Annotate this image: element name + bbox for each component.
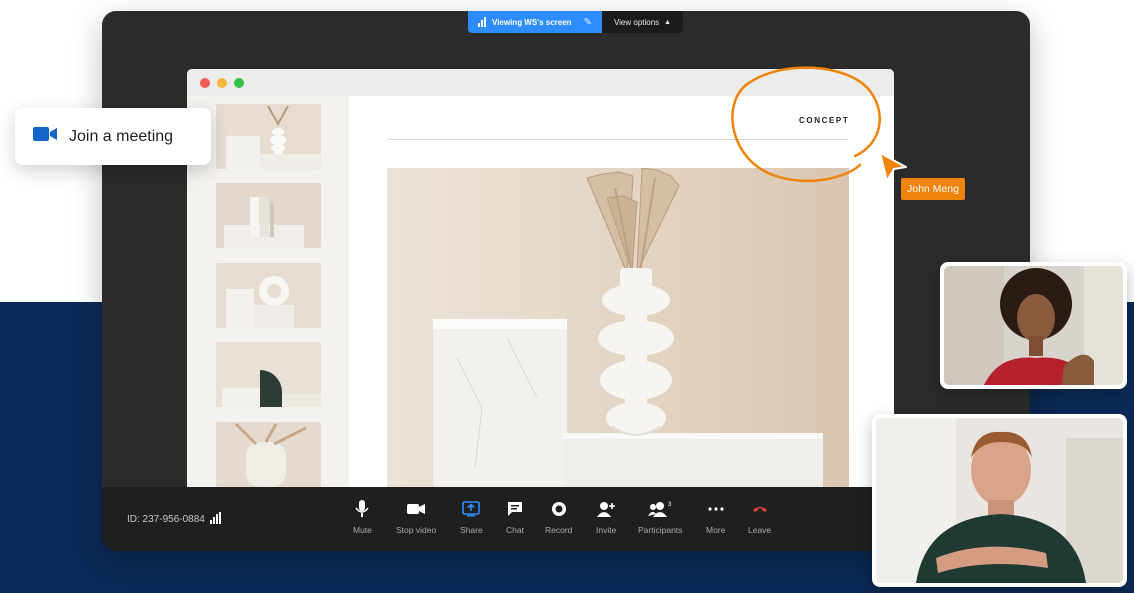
mute-button[interactable]: Mute: [353, 499, 372, 535]
leave-button[interactable]: Leave: [748, 499, 771, 535]
mute-label: Mute: [353, 525, 372, 535]
more-label: More: [706, 525, 726, 535]
slide-thumbnail[interactable]: [216, 422, 321, 487]
stop-video-button[interactable]: Stop video: [396, 499, 436, 535]
meeting-id-text: ID: 237-956-0884: [127, 514, 205, 525]
record-label: Record: [545, 525, 573, 535]
signal-icon: [478, 17, 486, 27]
video-camera-icon: [33, 127, 57, 146]
view-options-label: View options: [613, 17, 660, 27]
leave-call-icon: [752, 499, 768, 519]
annotate-pencil-icon[interactable]: ✎: [584, 17, 592, 28]
participant-video-tile[interactable]: [872, 414, 1127, 587]
viewing-screen-label: Viewing WS's screen: [492, 17, 572, 27]
more-button[interactable]: More: [706, 499, 725, 535]
participant-photo: [876, 418, 1123, 583]
join-meeting-label: Join a meeting: [69, 127, 174, 145]
window-minimize-button[interactable]: [217, 77, 227, 88]
slide-thumbnail[interactable]: [216, 342, 321, 407]
microphone-icon: [355, 499, 370, 519]
video-camera-icon: [407, 499, 426, 519]
hero-stage: Viewing WS's screen ✎ View options ▲ CON…: [0, 0, 1134, 593]
more-icon: [708, 499, 724, 519]
window-close-button[interactable]: [200, 77, 210, 88]
participants-icon: 3: [648, 499, 672, 519]
invite-button[interactable]: Invite: [596, 499, 616, 535]
participants-label: Participants: [638, 525, 683, 535]
participant-photo: [944, 266, 1123, 385]
share-button[interactable]: Share: [460, 499, 483, 535]
record-icon: [551, 499, 567, 519]
slide-thumbnail[interactable]: [216, 104, 321, 169]
join-meeting-button[interactable]: Join a meeting: [15, 108, 211, 165]
slide-thumbnail-sidebar: [187, 96, 349, 487]
invite-icon: [597, 499, 616, 519]
participant-video-tile[interactable]: [940, 262, 1127, 389]
connection-signal-icon: [209, 512, 221, 524]
presenter-name-tag: John Meng: [901, 178, 965, 200]
slide-thumbnail[interactable]: [216, 263, 321, 328]
share-screen-icon: [462, 499, 481, 519]
chat-icon: [507, 499, 523, 519]
screen-share-bar: Viewing WS's screen ✎ View options ▲: [468, 11, 684, 33]
slide-main-image: [387, 168, 849, 487]
slide-thumbnail[interactable]: [216, 183, 321, 248]
participants-count: 3: [668, 502, 672, 508]
meeting-id: ID: 237-956-0884: [127, 512, 221, 525]
chat-label: Chat: [506, 525, 524, 535]
stop-video-label: Stop video: [396, 525, 437, 535]
view-options-button[interactable]: View options ▲: [601, 11, 684, 33]
viewing-screen-indicator[interactable]: Viewing WS's screen ✎: [468, 11, 602, 33]
chat-button[interactable]: Chat: [506, 499, 524, 535]
window-maximize-button[interactable]: [234, 77, 244, 88]
participants-button[interactable]: 3 Participants: [638, 499, 682, 535]
chevron-up-icon: ▲: [664, 18, 672, 26]
record-button[interactable]: Record: [545, 499, 572, 535]
share-label: Share: [460, 525, 483, 535]
invite-label: Invite: [596, 525, 617, 535]
leave-label: Leave: [748, 525, 772, 535]
